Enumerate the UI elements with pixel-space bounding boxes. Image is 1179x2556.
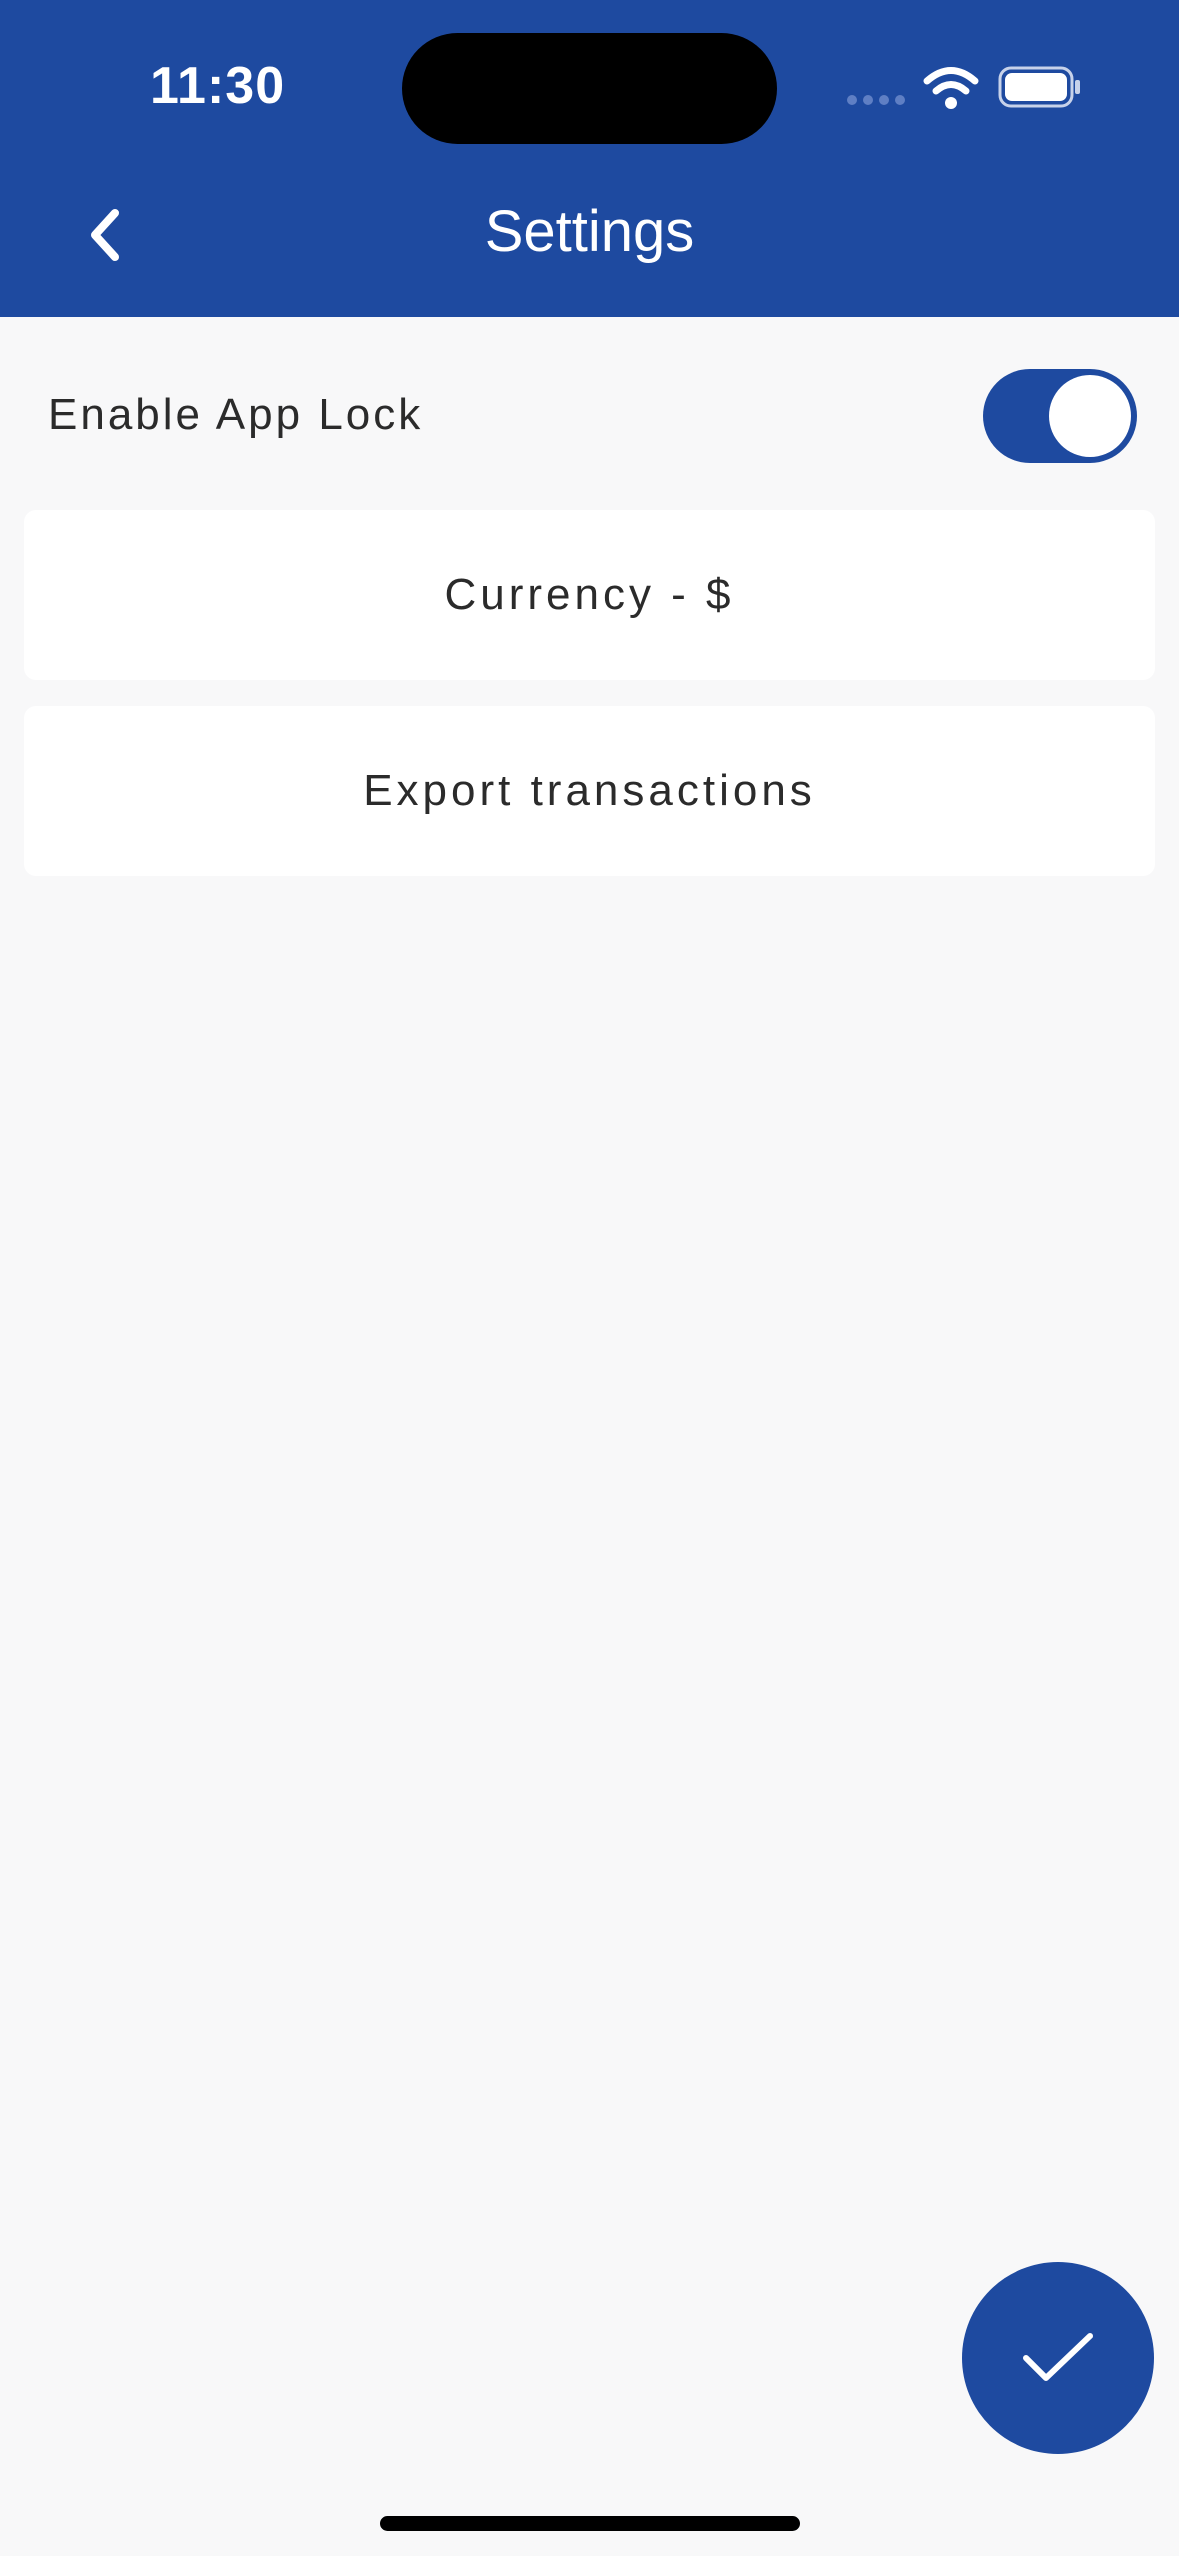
status-time: 11:30 [150,57,286,115]
currency-label: Currency - $ [444,570,735,619]
home-indicator [380,2516,800,2531]
app-lock-toggle[interactable] [983,369,1137,463]
confirm-fab-button[interactable] [962,2262,1154,2454]
app-lock-row: Enable App Lock [0,340,1179,490]
currency-button[interactable]: Currency - $ [24,510,1155,680]
dynamic-island [402,33,777,144]
page-title: Settings [484,199,695,264]
export-transactions-label: Export transactions [363,766,816,815]
checkmark-icon [1023,2333,1093,2381]
wifi-icon [923,67,979,109]
app-lock-label: Enable App Lock [48,390,424,439]
battery-icon [998,66,1080,108]
cellular-signal-icon [847,95,905,105]
toggle-knob [1049,375,1131,457]
app-header: 11:30 Settings [0,0,1179,317]
export-transactions-button[interactable]: Export transactions [24,706,1155,876]
